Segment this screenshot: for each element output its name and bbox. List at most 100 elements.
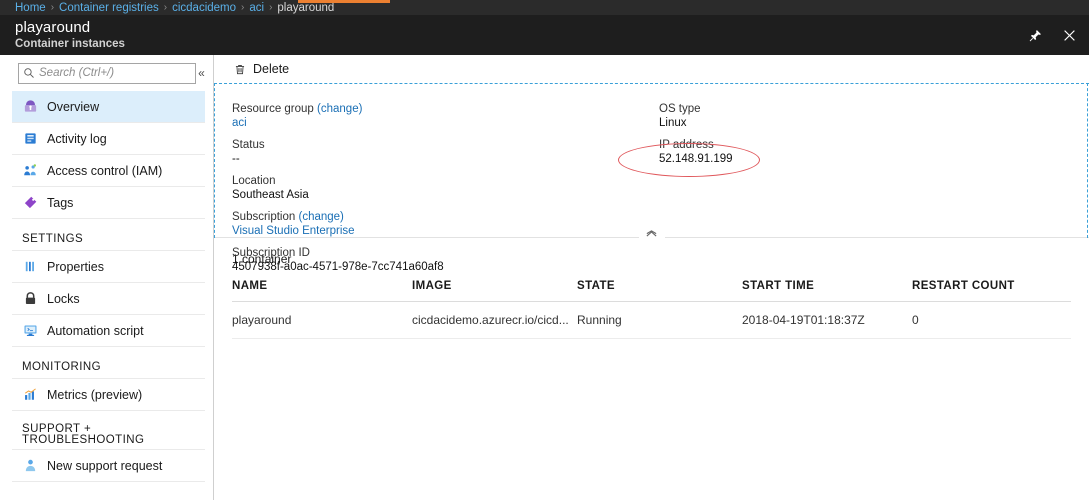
property-subscription-id: Subscription ID 4507938f-a0ac-4571-978e-… [232,246,652,274]
property-value: -- [232,153,240,165]
search-icon [19,67,39,79]
sidebar-item-overview[interactable]: Overview [12,91,205,123]
command-bar: Delete [214,55,1089,83]
active-tab-indicator [298,0,390,3]
table-header-row: NAME IMAGE STATE START TIME RESTART COUN… [232,280,1071,302]
property-label: Resource group (change) [232,102,652,116]
sidebar-group-line2: TROUBLESHOOTING [22,434,145,446]
page-title: playaround [15,19,91,36]
essentials-right-column: OS type Linux IP address 52.148.91.199 [659,102,1059,174]
property-value: Southeast Asia [232,189,309,201]
column-header-restart-count[interactable]: RESTART COUNT [912,280,1071,302]
property-value: 52.148.91.199 [659,153,733,165]
access-control-icon [22,163,38,179]
blade-header-actions [1025,25,1079,45]
blade-header: playaround Container instances [0,15,1089,55]
support-request-icon [22,458,38,474]
close-icon[interactable] [1059,25,1079,45]
sidebar-item-label: Locks [47,291,80,306]
search-input[interactable] [39,63,195,83]
delete-button-label: Delete [253,62,290,76]
cell-image: cicdacidemo.azurecr.io/cicd... [412,301,577,339]
property-resource-group: Resource group (change) aci [232,102,652,130]
property-label: Location [232,175,276,187]
column-header-image[interactable]: IMAGE [412,280,577,302]
cell-restart-count: 0 [912,301,1071,339]
sidebar-item-new-support-request[interactable]: New support request [12,450,205,482]
property-value[interactable]: aci [232,116,652,130]
azure-portal-blade: Home › Container registries › cicdacidem… [0,0,1089,500]
search-box[interactable] [18,62,196,84]
metrics-icon [22,387,38,403]
sidebar-item-label: New support request [47,458,163,473]
tag-icon [22,195,38,211]
subscription-change-link[interactable]: (change) [299,211,344,223]
property-subscription: Subscription (change) Visual Studio Ente… [232,210,652,238]
sidebar-item-metrics[interactable]: Metrics (preview) [12,379,205,411]
sidebar-group-monitoring: MONITORING [12,347,205,379]
cell-start-time: 2018-04-19T01:18:37Z [742,301,912,339]
sidebar-item-label: Metrics (preview) [47,387,143,402]
property-label: OS type [659,103,701,115]
cell-state: Running [577,301,742,339]
breadcrumb-item-home[interactable]: Home [15,2,46,14]
breadcrumb-separator: › [50,2,55,13]
breadcrumb-separator: › [163,2,168,13]
activity-log-icon [22,131,38,147]
property-label-text: Subscription [232,211,296,223]
properties-icon [22,259,38,275]
property-status: Status -- [232,138,652,166]
table-row[interactable]: playaround cicdacidemo.azurecr.io/cicd..… [232,301,1071,339]
sidebar-group-support-troubleshooting: SUPPORT + TROUBLESHOOTING [12,411,205,450]
breadcrumb-item-container-registries[interactable]: Container registries [59,2,159,14]
sidebar-item-access-control[interactable]: Access control (IAM) [12,155,205,187]
property-ip-address: IP address 52.148.91.199 [659,138,1059,166]
automation-script-icon [22,323,38,339]
sidebar-item-label: Automation script [47,323,144,338]
breadcrumb-item-playaround[interactable]: playaround [277,2,334,14]
property-label: IP address [659,139,714,151]
property-label: Subscription (change) [232,210,652,224]
overview-icon [22,99,38,115]
property-label-text: Resource group [232,103,314,115]
sidebar-item-label: Overview [47,99,100,114]
essentials-left-column: Resource group (change) aci Status -- Lo… [232,102,652,282]
column-header-start-time[interactable]: START TIME [742,280,912,302]
cell-name: playaround [232,301,412,339]
breadcrumb-separator: › [269,2,273,13]
sidebar-item-activity-log[interactable]: Activity log [12,123,205,155]
property-label: Status [232,139,265,151]
pin-icon[interactable] [1025,25,1045,45]
chevron-up-icon[interactable] [638,226,665,238]
sidebar-item-locks[interactable]: Locks [12,283,205,315]
breadcrumb: Home › Container registries › cicdacidem… [0,0,1089,15]
sidebar-nav-list: Overview Activity log Access control (IA… [0,91,213,482]
chevron-double-left-icon[interactable]: « [196,66,207,80]
breadcrumb-separator: › [241,2,245,13]
blade-content: Delete Resource group (change) aci Statu… [214,55,1089,500]
breadcrumb-item-cicdacidemo[interactable]: cicdacidemo [172,2,236,14]
sidebar-item-automation-script[interactable]: Automation script [12,315,205,347]
page-subtitle: Container instances [15,38,125,50]
containers-table: NAME IMAGE STATE START TIME RESTART COUN… [232,280,1071,339]
sidebar-item-label: Properties [47,259,104,274]
column-header-state[interactable]: STATE [577,280,742,302]
column-header-name[interactable]: NAME [232,280,412,302]
breadcrumb-item-aci[interactable]: aci [249,2,264,14]
property-label: Subscription ID [232,247,310,259]
property-value: 4507938f-a0ac-4571-978e-7cc741a60af8 [232,261,444,273]
sidebar-item-label: Tags [47,195,74,210]
property-value[interactable]: Visual Studio Enterprise [232,224,652,238]
sidebar-item-tags[interactable]: Tags [12,187,205,219]
sidebar-item-label: Access control (IAM) [47,163,163,178]
sidebar-item-properties[interactable]: Properties [12,251,205,283]
property-location: Location Southeast Asia [232,174,652,202]
sidebar-search-row: « [0,55,213,91]
blade-sidebar: « Overview [0,55,214,500]
resource-group-change-link[interactable]: (change) [317,103,362,115]
sidebar-group-settings: SETTINGS [12,219,205,251]
lock-icon [22,291,38,307]
trash-icon [234,63,246,76]
property-value: Linux [659,117,687,129]
delete-button[interactable]: Delete [230,60,293,78]
